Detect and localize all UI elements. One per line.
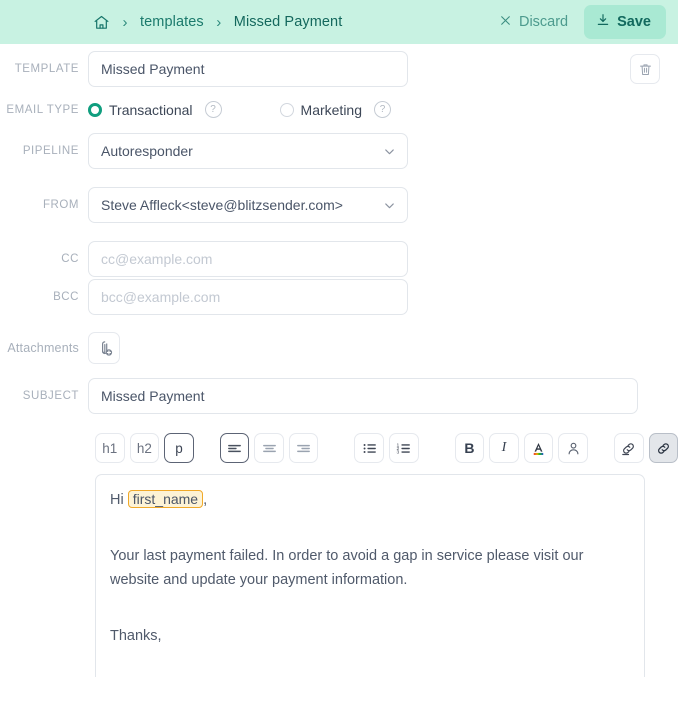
insert-link-button[interactable]	[613, 433, 644, 463]
editor-toolbar: h1 h2 p 1 2 3 B I	[95, 433, 678, 463]
cc-label: CC	[61, 253, 79, 265]
chevron-down-icon	[382, 144, 397, 159]
close-x-icon	[499, 14, 512, 30]
merge-tag-first-name[interactable]: first_name	[127, 490, 204, 508]
breadcrumb-item-current: Missed Payment	[233, 14, 343, 30]
numbered-list-button[interactable]: 1 2 3	[389, 433, 419, 463]
breadcrumb-item-templates[interactable]: templates	[140, 14, 204, 30]
row-attachments: Attachments	[0, 332, 678, 364]
editor-paragraph: Your last payment failed. In order to av…	[110, 548, 584, 588]
merge-tag-button[interactable]	[558, 433, 588, 463]
email-type-label: EMAIL TYPE	[6, 103, 79, 116]
pipeline-value: Autoresponder	[101, 143, 193, 159]
radio-transactional-label: Transactional	[109, 101, 193, 118]
from-label: FROM	[42, 199, 79, 211]
pipeline-select[interactable]: Autoresponder	[88, 133, 408, 169]
align-center-button[interactable]	[254, 433, 284, 463]
heading-1-button[interactable]: h1	[95, 433, 125, 463]
attachments-label: Attachments	[7, 341, 79, 355]
email-body-editor[interactable]: Hi first_name, Your last payment failed.…	[95, 474, 645, 677]
greeting-prefix: Hi	[110, 492, 128, 508]
breadcrumb-separator-1: ›	[122, 13, 128, 31]
bold-button[interactable]: B	[454, 433, 485, 463]
subject-input[interactable]: Missed Payment	[88, 378, 638, 414]
bcc-label: BCC	[53, 291, 79, 303]
add-attachment-button[interactable]	[88, 332, 120, 364]
align-left-button[interactable]	[219, 433, 250, 463]
discard-label: Discard	[518, 14, 569, 30]
row-email-type: EMAIL TYPE Transactional ? Marketing ?	[0, 101, 678, 118]
row-template: TEMPLATE Missed Payment	[0, 51, 678, 87]
paragraph-button[interactable]: p	[164, 433, 194, 463]
header-actions: Discard Save	[497, 5, 666, 39]
svg-text:3: 3	[397, 449, 400, 455]
save-button[interactable]: Save	[584, 5, 666, 39]
delete-template-button[interactable]	[630, 54, 660, 84]
row-cc: CC cc@example.com	[0, 241, 678, 277]
template-form: TEMPLATE Missed Payment EMAIL TYPE Trans…	[0, 51, 678, 414]
row-bcc: BCC bcc@example.com	[0, 279, 678, 315]
radio-transactional-indicator[interactable]	[88, 102, 102, 117]
app-header: › templates › Missed Payment Discard Sav…	[0, 0, 678, 44]
save-label: Save	[617, 14, 651, 30]
help-icon-marketing[interactable]: ?	[374, 101, 391, 118]
row-pipeline: PIPELINE Autoresponder	[0, 133, 678, 169]
from-value: Steve Affleck<steve@blitzsender.com>	[101, 197, 343, 213]
pipeline-label: PIPELINE	[22, 145, 79, 157]
breadcrumb-separator-2: ›	[216, 13, 222, 31]
greeting-suffix: ,	[203, 492, 208, 508]
radio-option-transactional[interactable]: Transactional ?	[88, 101, 222, 118]
row-subject: SUBJECT Missed Payment	[0, 378, 678, 414]
discard-button[interactable]: Discard	[497, 10, 570, 34]
template-label: TEMPLATE	[14, 63, 79, 75]
subject-label: SUBJECT	[22, 390, 79, 402]
email-type-radio-group: Transactional ? Marketing ?	[88, 101, 391, 118]
align-right-button[interactable]	[288, 433, 319, 463]
row-from: FROM Steve Affleck<steve@blitzsender.com…	[0, 187, 678, 223]
help-icon-transactional[interactable]: ?	[204, 101, 222, 118]
bullet-list-button[interactable]	[354, 433, 385, 463]
radio-option-marketing[interactable]: Marketing ?	[279, 101, 391, 118]
radio-marketing-indicator[interactable]	[279, 102, 294, 117]
heading-2-button[interactable]: h2	[129, 433, 160, 463]
template-name-input[interactable]: Missed Payment	[88, 51, 408, 87]
editor-signoff: Thanks,	[110, 628, 162, 644]
editor-blank-line-1	[110, 520, 630, 544]
italic-button[interactable]: I	[489, 433, 519, 463]
cc-input[interactable]: cc@example.com	[88, 241, 408, 277]
download-save-icon	[596, 13, 610, 31]
editor-greeting-line: Hi first_name,	[110, 487, 630, 512]
breadcrumb: › templates › Missed Payment	[92, 13, 497, 31]
home-icon[interactable]	[92, 13, 110, 31]
editor-blank-line-2	[110, 600, 630, 624]
radio-marketing-label: Marketing	[300, 101, 362, 118]
bcc-input[interactable]: bcc@example.com	[88, 279, 408, 315]
unlink-button[interactable]	[648, 433, 678, 463]
chevron-down-icon	[382, 198, 397, 213]
from-select[interactable]: Steve Affleck<steve@blitzsender.com>	[88, 187, 408, 223]
text-color-button[interactable]	[523, 433, 554, 463]
